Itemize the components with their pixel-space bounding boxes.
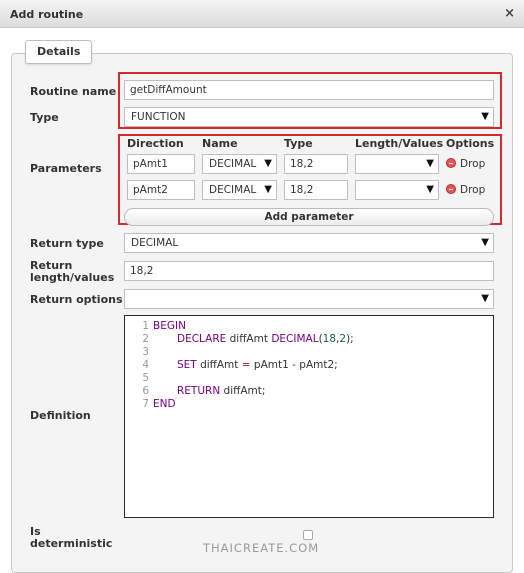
- line-number: 2: [142, 333, 149, 345]
- param-header-options: Options: [446, 137, 495, 150]
- return-options-select[interactable]: ▼: [124, 289, 494, 309]
- return-length-label-line2: length/values: [30, 271, 115, 284]
- param-length-values-select[interactable]: ▼: [355, 180, 439, 200]
- line-number: 1: [142, 320, 149, 332]
- param-name-input[interactable]: pAmt2: [127, 180, 195, 200]
- return-length-input[interactable]: 18,2: [124, 261, 494, 281]
- dialog-titlebar: Add routine ×: [0, 0, 524, 28]
- param-length-input[interactable]: 18,2: [284, 180, 348, 200]
- drop-label: Drop: [460, 184, 486, 196]
- chevron-down-icon: ▼: [426, 184, 434, 195]
- param-length-input[interactable]: 18,2: [284, 154, 348, 174]
- drop-param-button[interactable]: Drop: [446, 184, 485, 196]
- line-number: 6: [142, 385, 149, 397]
- is-deterministic-label-line2: deterministic: [30, 537, 113, 550]
- return-type-value: DECIMAL: [131, 237, 179, 249]
- chevron-down-icon: ▼: [264, 158, 272, 169]
- param-header-type: Type: [284, 137, 313, 150]
- return-length-label: Return length/values: [30, 260, 114, 284]
- close-icon[interactable]: ×: [504, 6, 515, 21]
- code-lines: BEGIN DECLARE diffAmt DECIMAL(18,2); SET …: [153, 320, 354, 411]
- code-line: END: [153, 398, 176, 410]
- type-label: Type: [30, 111, 59, 124]
- return-type-select[interactable]: DECIMAL ▼: [124, 233, 494, 253]
- type-select-value: FUNCTION: [131, 111, 186, 123]
- code-line: DECLARE diffAmt DECIMAL(18,2);: [177, 333, 354, 345]
- drop-param-button[interactable]: Drop: [446, 158, 485, 170]
- parameters-label: Parameters: [30, 162, 102, 175]
- routine-name-input[interactable]: getDiffAmount: [124, 80, 494, 100]
- chevron-down-icon: ▼: [481, 293, 489, 304]
- param-type-select[interactable]: DECIMAL ▼: [202, 154, 277, 174]
- chevron-down-icon: ▼: [481, 237, 489, 248]
- routine-name-label: Routine name: [30, 85, 117, 98]
- line-number: 5: [142, 372, 149, 384]
- definition-code-editor[interactable]: 1 2 3 4 5 6 7 BEGIN DECLARE diffAmt DECIM…: [124, 315, 494, 518]
- param-type-value: DECIMAL: [209, 158, 257, 170]
- chevron-down-icon: ▼: [481, 111, 489, 122]
- type-select[interactable]: FUNCTION ▼: [124, 107, 494, 127]
- watermark: THAICREATE.COM: [203, 541, 320, 555]
- minus-circle-icon: [446, 158, 456, 168]
- param-length-values-select[interactable]: ▼: [355, 154, 439, 174]
- details-legend: Details: [25, 40, 93, 64]
- line-number-gutter: 1 2 3 4 5 6 7: [125, 320, 149, 411]
- line-number: 7: [142, 398, 149, 410]
- param-name-input[interactable]: pAmt1: [127, 154, 195, 174]
- code-line: BEGIN: [153, 320, 186, 332]
- dialog-title: Add routine: [10, 8, 84, 21]
- return-options-label: Return options: [30, 293, 123, 306]
- definition-label: Definition: [30, 409, 91, 422]
- param-header-direction: Direction: [127, 137, 184, 150]
- is-deterministic-checkbox[interactable]: [303, 530, 313, 540]
- drop-label: Drop: [460, 158, 486, 170]
- code-line: SET diffAmt = pAmt1 - pAmt2;: [177, 359, 338, 371]
- param-header-length: Length/Values: [355, 137, 444, 150]
- return-type-label: Return type: [30, 237, 104, 250]
- line-number: 3: [142, 346, 149, 358]
- line-number: 4: [142, 359, 149, 371]
- chevron-down-icon: ▼: [264, 184, 272, 195]
- param-header-name: Name: [202, 137, 238, 150]
- is-deterministic-label: Is deterministic: [30, 526, 112, 550]
- param-type-select[interactable]: DECIMAL ▼: [202, 180, 277, 200]
- add-parameter-button[interactable]: Add parameter: [124, 208, 494, 226]
- code-line: RETURN diffAmt;: [177, 385, 266, 397]
- chevron-down-icon: ▼: [426, 158, 434, 169]
- param-type-value: DECIMAL: [209, 184, 257, 196]
- minus-circle-icon: [446, 184, 456, 194]
